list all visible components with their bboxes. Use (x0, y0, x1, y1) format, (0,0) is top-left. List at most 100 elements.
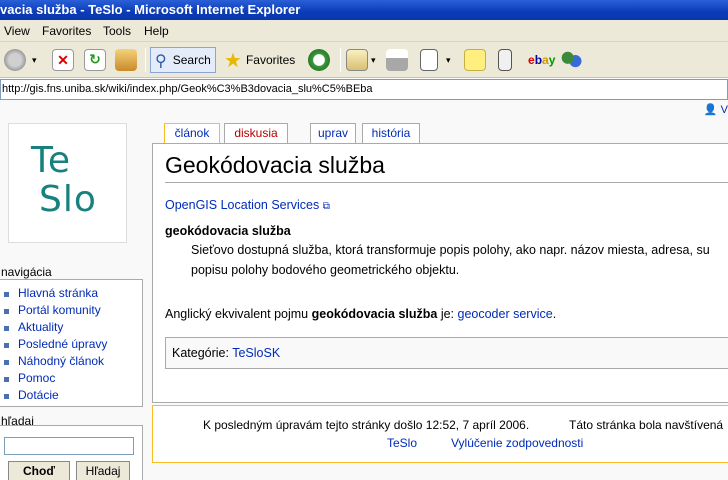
tab-history[interactable]: história (362, 123, 420, 144)
title-divider (165, 182, 728, 183)
nav-item-help[interactable]: Pomoc (18, 371, 55, 385)
page-footer: K posledným úpravám tejto stránky došlo … (152, 405, 728, 463)
logo-line-2: Slo (39, 179, 97, 220)
search-button[interactable]: ⚲ Search (150, 47, 216, 73)
english-link[interactable]: geocoder service (458, 307, 553, 321)
external-link[interactable]: OpenGIS Location Services ⧉ (165, 198, 330, 212)
mail-icon (346, 49, 368, 71)
external-link-icon: ⧉ (322, 201, 330, 212)
visit-count: Táto stránka bola navštívená (569, 418, 724, 432)
search-icon: ⚲ (155, 50, 167, 70)
people-icon (560, 49, 582, 71)
favorites-button[interactable]: ★ Favorites (224, 47, 295, 73)
tab-edit-label: uprav (317, 126, 349, 140)
article-content: Geokódovacia služba OpenGIS Location Ser… (152, 143, 728, 403)
edit-button[interactable]: ▾ (420, 47, 451, 73)
category-label: Kategórie: (172, 346, 233, 360)
search-input[interactable] (4, 437, 134, 455)
footer-link-teslo[interactable]: TeSlo (387, 436, 417, 450)
nav-item-random-article[interactable]: Náhodný článok (18, 354, 104, 368)
categories: Kategórie: TeSloSK (172, 346, 280, 360)
wiki-page: 👤 V Te Slo článok diskusia uprav históri… (0, 101, 728, 480)
nav-item-current-events[interactable]: Aktuality (18, 320, 63, 334)
tab-discussion-label: diskusia (234, 126, 278, 140)
phone-icon (498, 49, 512, 71)
category-link[interactable]: TeSloSK (232, 346, 280, 360)
browser-window: vacia služba - TeSlo - Microsoft Interne… (0, 0, 728, 480)
search-button-label: Search (172, 53, 211, 67)
menu-tools[interactable]: Tools (103, 24, 131, 38)
stop-icon: ✕ (52, 49, 74, 71)
tab-discussion[interactable]: diskusia (224, 123, 288, 144)
english-middle: je: (437, 307, 458, 321)
navigation-title: navigácia (1, 265, 52, 279)
mail-dropdown-icon[interactable]: ▾ (371, 55, 376, 66)
search-submit-button[interactable]: Hľadaj (76, 461, 130, 480)
nav-item-donations[interactable]: Dotácie (18, 388, 59, 402)
toolbar-separator (145, 48, 146, 72)
nav-item-main-page[interactable]: Hlavná stránka (18, 286, 98, 300)
nav-bullet (4, 309, 9, 314)
menu-bar: View Favorites Tools Help (0, 20, 728, 42)
nav-bullet (4, 292, 9, 297)
tab-edit[interactable]: uprav (310, 123, 356, 144)
favorites-button-label: Favorites (245, 53, 296, 67)
history-icon (308, 49, 330, 71)
search-portlet: Choď Hľadaj (0, 425, 143, 480)
messenger-button[interactable] (498, 47, 512, 73)
document-icon (420, 49, 438, 71)
nav-item-community-portal[interactable]: Portál komunity (18, 303, 101, 317)
user-link[interactable]: 👤 V (704, 103, 728, 116)
tab-article-label: článok (174, 126, 210, 140)
definition-text: Sieťovo dostupná služba, ktorá transform… (191, 243, 710, 257)
menu-help[interactable]: Help (144, 24, 169, 38)
discuss-button[interactable] (464, 47, 486, 73)
edit-dropdown-icon[interactable]: ▾ (446, 55, 451, 66)
definition-term: geokódovacia služba (165, 224, 291, 238)
history-button[interactable] (308, 47, 330, 73)
forward-dropdown-icon[interactable]: ▾ (32, 55, 37, 66)
english-prefix: Anglický ekvivalent pojmu (165, 307, 312, 321)
nav-bullet (4, 377, 9, 382)
external-link-label: OpenGIS Location Services (165, 198, 320, 212)
ebay-icon: ebay (528, 53, 556, 67)
printer-icon (386, 49, 408, 71)
definition-text-cont: popisu polohy bodového geometrického obj… (191, 263, 460, 277)
navigation-portlet: Hlavná stránka Portál komunity Aktuality… (0, 279, 143, 407)
page-title: Geokódovacia služba (165, 152, 385, 178)
note-icon (464, 49, 486, 71)
ebay-button[interactable]: ebay (528, 47, 555, 73)
forward-arrow-icon (4, 49, 26, 71)
menu-view[interactable]: View (4, 24, 30, 38)
logo-line-1: Te (31, 140, 72, 181)
stop-button[interactable]: ✕ (52, 47, 74, 73)
tab-article[interactable]: článok (164, 123, 220, 145)
home-icon (115, 49, 137, 71)
msn-button[interactable] (560, 47, 582, 73)
title-bar: vacia služba - TeSlo - Microsoft Interne… (0, 0, 728, 20)
category-box: Kategórie: TeSloSK (165, 337, 728, 369)
footer-link-disclaimer[interactable]: Vylúčenie zodpovednosti (451, 436, 583, 450)
print-button[interactable] (386, 47, 408, 73)
home-button[interactable] (115, 47, 137, 73)
user-link-label: V (720, 104, 728, 116)
address-bar[interactable]: http://gis.fns.uniba.sk/wiki/index.php/G… (0, 79, 728, 100)
nav-bullet (4, 394, 9, 399)
english-equivalent: Anglický ekvivalent pojmu geokódovacia s… (165, 307, 556, 321)
refresh-button[interactable]: ↻ (84, 47, 106, 73)
tab-history-label: história (371, 126, 411, 140)
nav-bullet (4, 360, 9, 365)
english-term: geokódovacia služba (311, 307, 438, 321)
nav-bullet (4, 343, 9, 348)
mail-button[interactable]: ▾ (346, 47, 376, 73)
toolbar: ▾ ✕ ↻ ⚲ Search ★ Favorites ▾ ▾ ebay (0, 42, 728, 78)
nav-item-recent-changes[interactable]: Posledné úpravy (18, 337, 107, 351)
refresh-icon: ↻ (84, 49, 106, 71)
menu-favorites[interactable]: Favorites (42, 24, 91, 38)
toolbar-separator (340, 48, 341, 72)
site-logo[interactable]: Te Slo (8, 123, 127, 243)
star-icon: ★ (224, 48, 242, 72)
last-modified: K posledným úpravám tejto stránky došlo … (203, 418, 530, 432)
forward-button[interactable]: ▾ (4, 47, 37, 73)
go-button[interactable]: Choď (8, 461, 70, 480)
